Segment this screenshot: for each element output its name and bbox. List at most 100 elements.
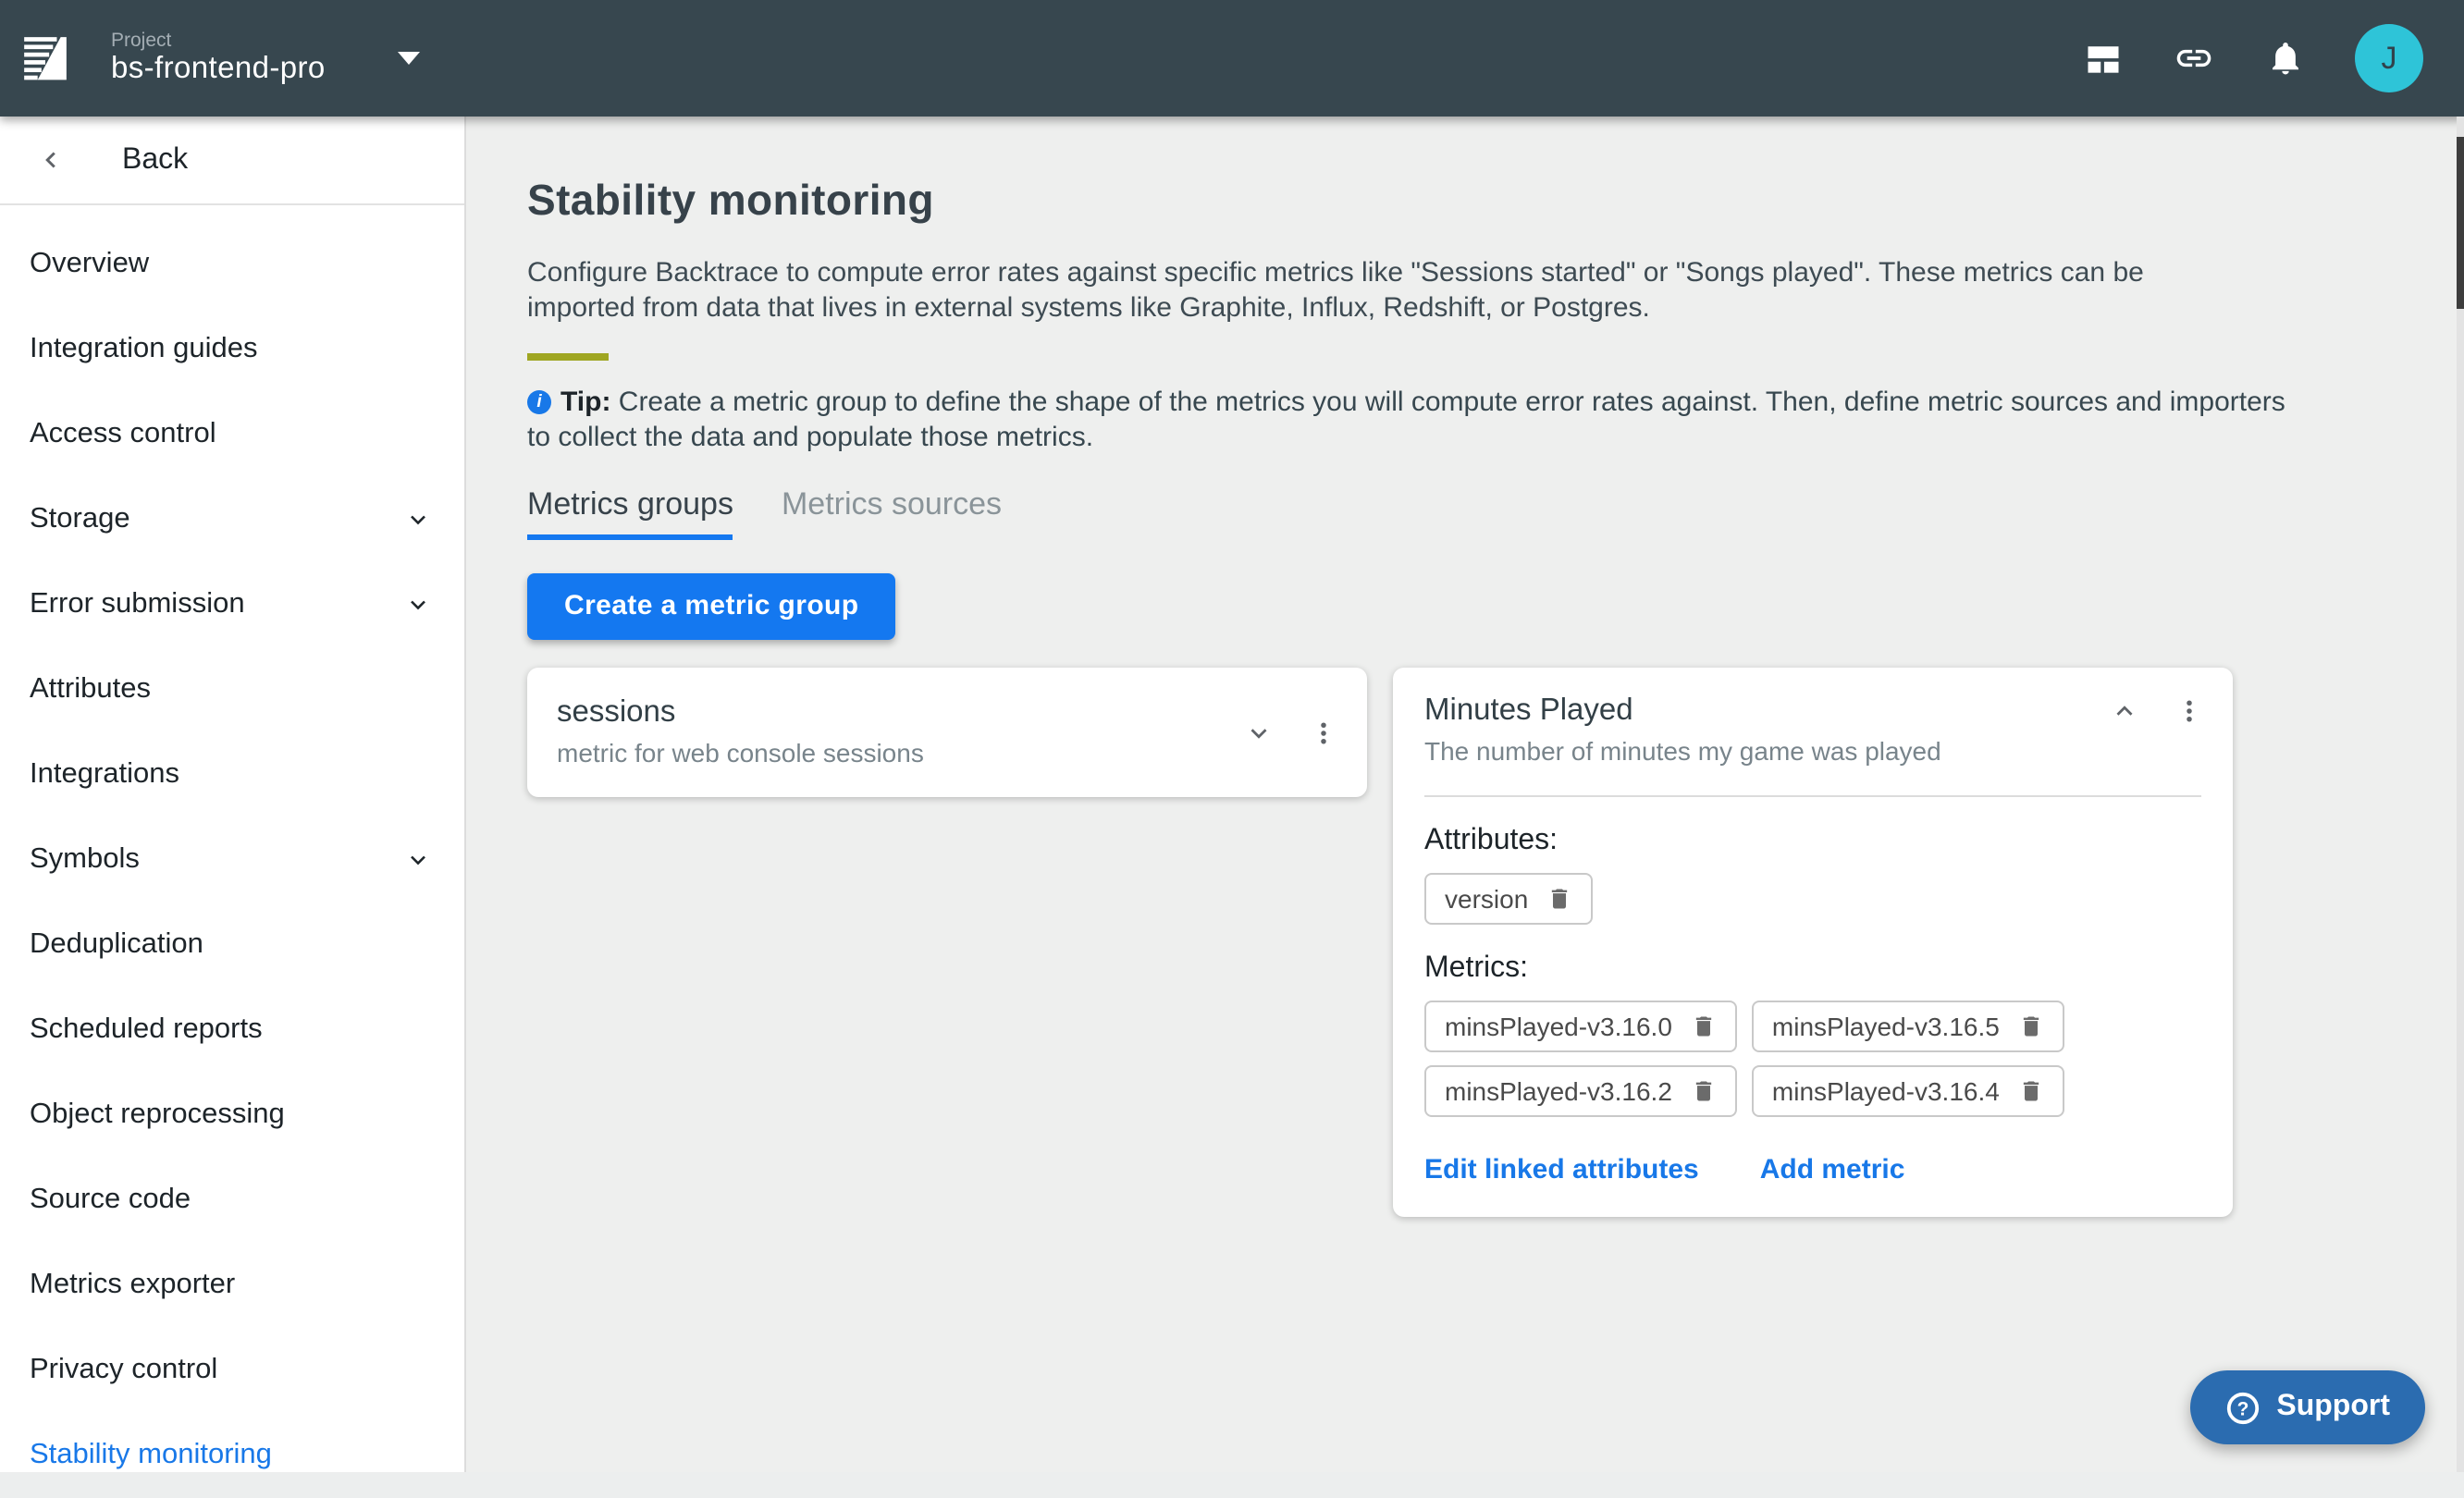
card-titles: Minutes Played The number of minutes my … bbox=[1424, 694, 1941, 766]
sidebar-item-label: Privacy control bbox=[30, 1354, 217, 1387]
attribute-chip: version bbox=[1424, 873, 1593, 925]
project-label: Project bbox=[111, 29, 326, 52]
sidebar-item-scheduled-reports[interactable]: Scheduled reports bbox=[0, 988, 464, 1073]
sidebar-item-label: Deduplication bbox=[30, 928, 203, 962]
tab-bar: Metrics groups Metrics sources bbox=[527, 486, 2464, 540]
sidebar-item-label: Access control bbox=[30, 418, 216, 451]
project-name: bs-frontend-pro bbox=[111, 52, 326, 88]
sidebar-item-storage[interactable]: Storage bbox=[0, 477, 464, 562]
chevron-down-icon[interactable] bbox=[1245, 720, 1273, 748]
trash-icon[interactable] bbox=[1691, 1013, 1717, 1039]
dashboard-icon[interactable] bbox=[2083, 38, 2124, 79]
chevron-up-icon[interactable] bbox=[2111, 697, 2138, 725]
add-metric-link[interactable]: Add metric bbox=[1760, 1154, 1905, 1185]
card-actions bbox=[1245, 720, 1337, 748]
sidebar-item-symbols[interactable]: Symbols bbox=[0, 817, 464, 902]
sidebar-item-label: Symbols bbox=[30, 843, 140, 877]
link-icon[interactable] bbox=[2174, 38, 2214, 79]
metric-chip-label: minsPlayed-v3.16.5 bbox=[1772, 1012, 2000, 1041]
tip-text: iTip: Create a metric group to define th… bbox=[527, 385, 2314, 457]
chevron-down-icon bbox=[405, 592, 431, 618]
tab-metrics-groups[interactable]: Metrics groups bbox=[527, 486, 733, 540]
metric-chips: minsPlayed-v3.16.0 minsPlayed-v3.16.5 mi… bbox=[1424, 1001, 2201, 1117]
app-root: Project bs-frontend-pro bbox=[0, 0, 2464, 1472]
metric-group-cards: sessions metric for web console sessions bbox=[527, 668, 2464, 1217]
trash-icon[interactable] bbox=[2018, 1078, 2044, 1104]
scrollbar-track[interactable] bbox=[2457, 117, 2464, 1472]
tip-label: Tip: bbox=[561, 387, 610, 418]
sidebar-item-metrics-exporter[interactable]: Metrics exporter bbox=[0, 1243, 464, 1328]
sidebar-item-source-code[interactable]: Source code bbox=[0, 1158, 464, 1243]
support-button[interactable]: ? Support bbox=[2189, 1370, 2425, 1444]
sidebar-nav: Overview Integration guides Access contr… bbox=[0, 205, 464, 1498]
sidebar-item-access-control[interactable]: Access control bbox=[0, 392, 464, 477]
sidebar-item-overview[interactable]: Overview bbox=[0, 222, 464, 307]
attribute-chips: version bbox=[1424, 873, 2201, 925]
sidebar-item-label: Stability monitoring bbox=[30, 1439, 272, 1472]
trash-icon[interactable] bbox=[2018, 1013, 2044, 1039]
page-title: Stability monitoring bbox=[527, 177, 2464, 227]
trash-icon[interactable] bbox=[1691, 1078, 1717, 1104]
metric-chip: minsPlayed-v3.16.2 bbox=[1424, 1065, 1737, 1117]
kebab-menu-icon[interactable] bbox=[1310, 720, 1337, 748]
metric-chip-label: minsPlayed-v3.16.4 bbox=[1772, 1076, 2000, 1106]
edit-linked-attributes-link[interactable]: Edit linked attributes bbox=[1424, 1154, 1699, 1185]
back-label: Back bbox=[122, 143, 188, 177]
scrollbar-thumb[interactable] bbox=[2457, 137, 2464, 309]
card-actions bbox=[2111, 697, 2203, 725]
sidebar-item-object-reprocessing[interactable]: Object reprocessing bbox=[0, 1073, 464, 1158]
sidebar-item-label: Source code bbox=[30, 1184, 191, 1217]
sidebar-item-label: Metrics exporter bbox=[30, 1269, 235, 1302]
settings-sidebar: Back Overview Integration guides Access … bbox=[0, 117, 466, 1472]
sidebar-item-deduplication[interactable]: Deduplication bbox=[0, 902, 464, 988]
metric-group-card-sessions: sessions metric for web console sessions bbox=[527, 668, 1367, 797]
metric-chip: minsPlayed-v3.16.4 bbox=[1752, 1065, 2064, 1117]
sidebar-item-label: Overview bbox=[30, 248, 149, 281]
card-divider bbox=[1424, 795, 2201, 797]
sidebar-item-integration-guides[interactable]: Integration guides bbox=[0, 307, 464, 392]
card-title: Minutes Played bbox=[1424, 694, 1941, 729]
project-selector[interactable]: Project bs-frontend-pro bbox=[22, 29, 420, 88]
backtrace-logo-icon bbox=[22, 33, 68, 83]
sidebar-item-label: Storage bbox=[30, 503, 130, 536]
create-metric-group-button[interactable]: Create a metric group bbox=[527, 573, 896, 640]
help-icon: ? bbox=[2224, 1390, 2260, 1425]
top-bar: Project bs-frontend-pro bbox=[0, 0, 2464, 117]
sidebar-item-label: Object reprocessing bbox=[30, 1099, 285, 1132]
accent-divider bbox=[527, 353, 609, 361]
card-header: Minutes Played The number of minutes my … bbox=[1393, 668, 2233, 788]
sidebar-item-label: Attributes bbox=[30, 673, 151, 706]
metric-chip: minsPlayed-v3.16.5 bbox=[1752, 1001, 2064, 1052]
bell-icon[interactable] bbox=[2264, 38, 2305, 79]
trash-icon[interactable] bbox=[1546, 886, 1572, 912]
sidebar-item-privacy-control[interactable]: Privacy control bbox=[0, 1328, 464, 1413]
support-label: Support bbox=[2276, 1391, 2390, 1424]
card-titles: sessions metric for web console sessions bbox=[557, 696, 924, 768]
sidebar-item-label: Error submission bbox=[30, 588, 245, 621]
page-description: Configure Backtrace to compute error rat… bbox=[527, 255, 2257, 325]
project-block: Project bs-frontend-pro bbox=[111, 29, 326, 88]
chevron-down-icon[interactable] bbox=[398, 52, 420, 65]
sidebar-item-stability-monitoring[interactable]: Stability monitoring bbox=[0, 1413, 464, 1498]
avatar[interactable]: J bbox=[2355, 24, 2423, 92]
attribute-chip-label: version bbox=[1445, 884, 1528, 914]
back-button[interactable]: Back bbox=[0, 117, 464, 205]
chevron-down-icon bbox=[405, 507, 431, 533]
metrics-label: Metrics: bbox=[1424, 952, 2201, 986]
kebab-menu-icon[interactable] bbox=[2175, 697, 2203, 725]
sidebar-item-error-submission[interactable]: Error submission bbox=[0, 562, 464, 647]
sidebar-item-attributes[interactable]: Attributes bbox=[0, 647, 464, 732]
topbar-actions: J bbox=[2083, 24, 2423, 92]
card-subtitle: metric for web console sessions bbox=[557, 739, 924, 768]
chevron-down-icon bbox=[405, 847, 431, 873]
tip-body: Create a metric group to define the shap… bbox=[527, 387, 2285, 454]
sidebar-item-integrations[interactable]: Integrations bbox=[0, 732, 464, 817]
metric-group-card-minutes-played: Minutes Played The number of minutes my … bbox=[1393, 668, 2233, 1217]
card-subtitle: The number of minutes my game was played bbox=[1424, 736, 1941, 766]
sidebar-item-label: Integration guides bbox=[30, 333, 257, 366]
metric-chip: minsPlayed-v3.16.0 bbox=[1424, 1001, 1737, 1052]
chevron-left-icon bbox=[37, 146, 65, 174]
tab-metrics-sources[interactable]: Metrics sources bbox=[782, 486, 1002, 540]
sidebar-item-label: Scheduled reports bbox=[30, 1013, 263, 1047]
sidebar-item-label: Integrations bbox=[30, 758, 179, 792]
